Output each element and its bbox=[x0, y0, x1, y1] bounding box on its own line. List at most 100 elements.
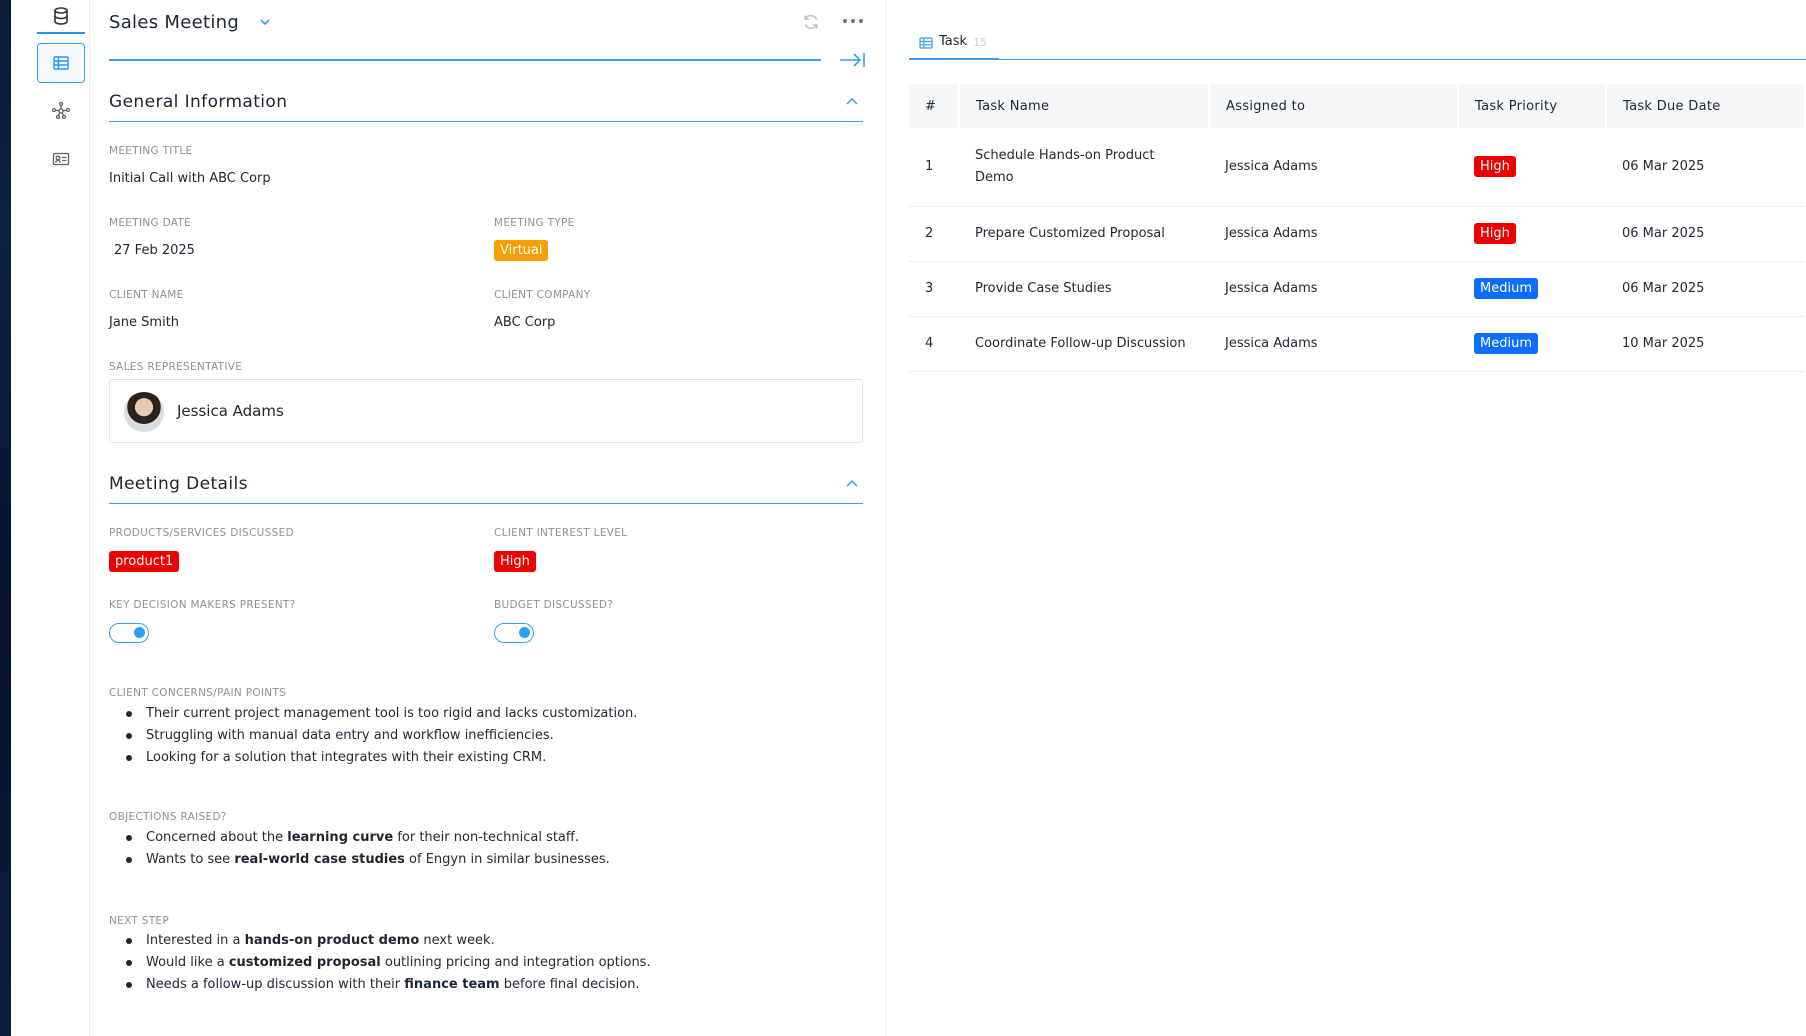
list-item: Interested in a hands-on product demo ne… bbox=[126, 930, 651, 952]
interest-level-badge[interactable]: High bbox=[494, 551, 536, 572]
meeting-title-label: MEETING TITLE bbox=[109, 145, 193, 157]
row-number: 2 bbox=[909, 206, 959, 262]
chevron-up-icon[interactable] bbox=[845, 476, 859, 492]
due-date-cell: 10 Mar 2025 bbox=[1606, 316, 1805, 372]
meeting-type-label: MEETING TYPE bbox=[494, 217, 575, 229]
decision-makers-toggle[interactable] bbox=[109, 623, 149, 643]
table-row[interactable]: 1 Schedule Hands-on Product Demo Jessica… bbox=[909, 128, 1805, 207]
client-concerns-list[interactable]: Their current project management tool is… bbox=[126, 703, 637, 769]
contact-card-icon[interactable] bbox=[37, 139, 85, 179]
more-icon[interactable] bbox=[841, 12, 865, 32]
assigned-to-cell[interactable]: Jessica Adams bbox=[1209, 128, 1458, 207]
page-title: Sales Meeting bbox=[109, 12, 240, 33]
table-row[interactable]: 3 Provide Case Studies Jessica Adams Med… bbox=[909, 261, 1805, 317]
objections-label: OBJECTIONS RAISED? bbox=[109, 811, 227, 823]
chevron-up-icon[interactable] bbox=[845, 94, 859, 110]
bold-text: customized proposal bbox=[228, 955, 381, 970]
priority-cell: High bbox=[1458, 128, 1606, 207]
assigned-to-cell[interactable]: Jessica Adams bbox=[1209, 316, 1458, 372]
task-name: Coordinate Follow-up Discussion bbox=[975, 335, 1186, 351]
client-name-value[interactable]: Jane Smith bbox=[109, 315, 179, 330]
bold-text: hands-on product demo bbox=[244, 933, 420, 948]
graph-icon[interactable] bbox=[37, 91, 85, 131]
section-title: General Information bbox=[109, 92, 288, 112]
column-header-task-due-date[interactable]: Task Due Date bbox=[1606, 84, 1806, 128]
bold-text: finance team bbox=[404, 977, 500, 992]
refresh-icon[interactable] bbox=[801, 12, 821, 32]
products-label: PRODUCTS/SERVICES DISCUSSED bbox=[109, 527, 294, 539]
avatar bbox=[124, 392, 164, 432]
due-date-cell: 06 Mar 2025 bbox=[1606, 206, 1805, 262]
product-tag[interactable]: product1 bbox=[109, 551, 180, 572]
table-row[interactable]: 4 Coordinate Follow-up Discussion Jessic… bbox=[909, 316, 1805, 372]
priority-badge: Medium bbox=[1474, 278, 1538, 299]
client-company-value[interactable]: ABC Corp bbox=[494, 315, 555, 330]
list-item: Would like a customized proposal outlini… bbox=[126, 952, 651, 974]
meeting-type-badge[interactable]: Virtual bbox=[494, 240, 549, 261]
client-name-label: CLIENT NAME bbox=[109, 289, 184, 301]
toggle-knob bbox=[519, 627, 530, 638]
table-row[interactable]: 2 Prepare Customized Proposal Jessica Ad… bbox=[909, 206, 1805, 262]
table-icon[interactable] bbox=[37, 43, 85, 83]
text-run: Interested in a bbox=[146, 933, 245, 948]
task-name-cell[interactable]: Coordinate Follow-up Discussion bbox=[959, 316, 1209, 372]
sales-rep-name: Jessica Adams bbox=[177, 402, 284, 420]
list-item: Their current project management tool is… bbox=[126, 703, 637, 725]
assigned-to-cell[interactable]: Jessica Adams bbox=[1209, 206, 1458, 262]
table-icon bbox=[919, 36, 933, 50]
list-item: Concerned about the learning curve for t… bbox=[126, 827, 610, 849]
interest-level-label: CLIENT INTEREST LEVEL bbox=[494, 527, 628, 539]
priority-badge: High bbox=[1474, 156, 1516, 178]
text-run: Needs a follow-up discussion with their bbox=[146, 977, 405, 992]
collapse-panel-icon[interactable] bbox=[838, 50, 866, 70]
desktop-background-strip bbox=[0, 0, 11, 1036]
column-header-task-name[interactable]: Task Name bbox=[959, 84, 1210, 128]
budget-discussed-label: BUDGET DISCUSSED? bbox=[494, 599, 614, 611]
header-divider bbox=[109, 59, 821, 61]
tab-count: 15 bbox=[973, 36, 988, 49]
tab-task[interactable]: Task 15 bbox=[909, 34, 1000, 60]
column-header-task-priority[interactable]: Task Priority bbox=[1458, 84, 1607, 128]
record-detail-panel: Sales Meeting General Information MEETIN… bbox=[90, 0, 886, 1036]
client-concerns-label: CLIENT CONCERNS/PAIN POINTS bbox=[109, 687, 287, 699]
meeting-title-value[interactable]: Initial Call with ABC Corp bbox=[109, 171, 271, 186]
meeting-date-value[interactable]: 27 Feb 2025 bbox=[114, 243, 195, 258]
text-run: next week. bbox=[419, 933, 495, 948]
next-step-label: NEXT STEP bbox=[109, 915, 169, 927]
section-meeting-details[interactable]: Meeting Details bbox=[109, 470, 863, 504]
task-name-cell[interactable]: Provide Case Studies bbox=[959, 261, 1209, 317]
assigned-to-cell[interactable]: Jessica Adams bbox=[1209, 261, 1458, 317]
column-header-number[interactable]: # bbox=[909, 84, 960, 128]
list-item: Looking for a solution that integrates w… bbox=[126, 747, 637, 769]
row-number: 1 bbox=[909, 128, 959, 207]
text-run: of Engyn in similar businesses. bbox=[404, 852, 610, 867]
text-run: Concerned about the bbox=[146, 830, 288, 845]
next-step-list[interactable]: Interested in a hands-on product demo ne… bbox=[126, 930, 651, 996]
text-run: outlining pricing and integration option… bbox=[380, 955, 651, 970]
due-date-cell: 06 Mar 2025 bbox=[1606, 261, 1805, 317]
list-item: Struggling with manual data entry and wo… bbox=[126, 725, 637, 747]
list-item: Wants to see real-world case studies of … bbox=[126, 849, 610, 871]
section-general-information[interactable]: General Information bbox=[109, 88, 863, 122]
budget-discussed-toggle[interactable] bbox=[494, 623, 534, 643]
task-name: Schedule Hands-on Product Demo bbox=[975, 147, 1155, 185]
toggle-knob bbox=[134, 627, 145, 638]
sales-rep-field[interactable]: Jessica Adams bbox=[109, 379, 863, 443]
related-records-panel: Task 15 # Task Name Assigned to Task Pri… bbox=[886, 0, 1806, 1036]
row-number: 4 bbox=[909, 316, 959, 372]
due-date-cell: 06 Mar 2025 bbox=[1606, 128, 1805, 207]
objections-list[interactable]: Concerned about the learning curve for t… bbox=[126, 827, 610, 871]
chevron-down-icon[interactable] bbox=[259, 16, 271, 31]
column-header-assigned-to[interactable]: Assigned to bbox=[1209, 84, 1459, 128]
text-run: for their non-technical staff. bbox=[393, 830, 579, 845]
bold-text: learning curve bbox=[287, 830, 394, 845]
priority-badge: Medium bbox=[1474, 333, 1538, 354]
tab-strip: Task 15 bbox=[909, 34, 1806, 60]
task-name-cell[interactable]: Prepare Customized Proposal bbox=[959, 206, 1209, 262]
database-icon[interactable] bbox=[37, 0, 85, 34]
row-number: 3 bbox=[909, 261, 959, 317]
text-run: Would like a bbox=[146, 955, 229, 970]
task-name: Prepare Customized Proposal bbox=[975, 225, 1165, 241]
table-header-row: # Task Name Assigned to Task Priority Ta… bbox=[909, 84, 1806, 128]
task-name-cell[interactable]: Schedule Hands-on Product Demo bbox=[959, 128, 1209, 207]
